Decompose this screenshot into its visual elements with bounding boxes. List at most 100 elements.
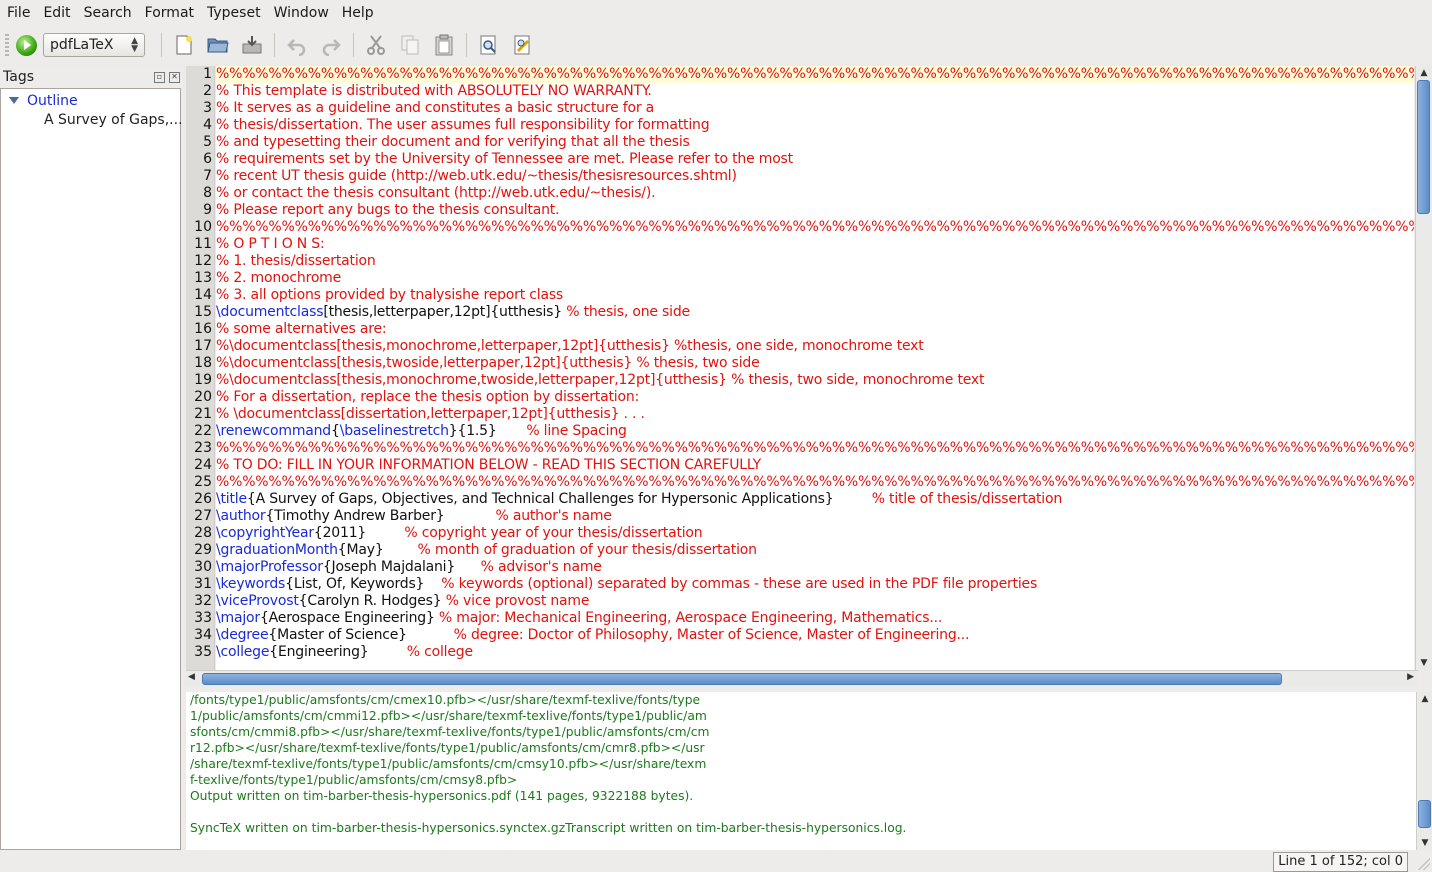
log-line: SyncTeX written on tim-barber-thesis-hyp… xyxy=(190,821,907,835)
code-line[interactable]: % It serves as a guideline and constitut… xyxy=(216,100,1414,117)
comment-token: % copyright year of your thesis/disserta… xyxy=(404,525,703,541)
code-line[interactable]: \majorProfessor{Joseph Majdalani} % advi… xyxy=(216,559,1414,576)
copy-icon[interactable] xyxy=(397,32,423,58)
command-token: \majorProfessor xyxy=(216,559,323,575)
code-line[interactable]: \college{Engineering} % college xyxy=(216,644,1414,661)
text-token: {List, Of, Keywords} xyxy=(285,576,442,592)
new-file-icon[interactable] xyxy=(171,32,197,58)
close-panel-icon[interactable]: ✕ xyxy=(169,71,180,83)
log-output: /fonts/type1/public/amsfonts/cm/cmex10.p… xyxy=(186,692,1416,850)
code-line[interactable]: \major{Aerospace Engineering} % major: M… xyxy=(216,610,1414,627)
code-line[interactable]: %%%%%%%%%%%%%%%%%%%%%%%%%%%%%%%%%%%%%%%%… xyxy=(216,440,1414,457)
expand-triangle-icon[interactable] xyxy=(9,97,19,104)
line-number: 35 xyxy=(194,644,212,660)
scrollbar-thumb[interactable] xyxy=(1418,800,1431,828)
code-line[interactable]: %\documentclass[thesis,monochrome,twosid… xyxy=(216,372,1414,389)
code-line[interactable]: \author{Timothy Andrew Barber} % author'… xyxy=(216,508,1414,525)
code-line[interactable]: \viceProvost{Carolyn R. Hodges} % vice p… xyxy=(216,593,1414,610)
line-number: 1 xyxy=(203,66,212,82)
code-line[interactable]: %%%%%%%%%%%%%%%%%%%%%%%%%%%%%%%%%%%%%%%%… xyxy=(216,474,1414,491)
code-line[interactable]: %%%%%%%%%%%%%%%%%%%%%%%%%%%%%%%%%%%%%%%%… xyxy=(216,66,1414,83)
engine-select-value: pdfLaTeX xyxy=(50,37,114,53)
code-line[interactable]: % For a dissertation, replace the thesis… xyxy=(216,389,1414,406)
line-number: 26 xyxy=(194,491,212,507)
editor-vertical-scrollbar[interactable]: ▲ ▼ xyxy=(1415,66,1432,670)
comment-token: % month of graduation of your thesis/dis… xyxy=(417,542,757,558)
cut-icon[interactable] xyxy=(363,32,389,58)
command-token: \keywords xyxy=(216,576,286,592)
code-line[interactable]: \documentclass[thesis,letterpaper,12pt]{… xyxy=(216,304,1414,321)
code-line[interactable]: % or contact the thesis consultant (http… xyxy=(216,185,1414,202)
code-line[interactable]: % \documentclass[dissertation,letterpape… xyxy=(216,406,1414,423)
scroll-left-icon[interactable]: ◀ xyxy=(188,672,195,682)
resize-grip-icon[interactable] xyxy=(1418,858,1430,870)
engine-select[interactable]: pdfLaTeX ▲ ▼ xyxy=(43,33,145,57)
code-line[interactable]: \renewcommand{\baselinestretch}{1.5} % l… xyxy=(216,423,1414,440)
scrollbar-thumb[interactable] xyxy=(1417,80,1430,214)
code-line[interactable]: \graduationMonth{May} % month of graduat… xyxy=(216,542,1414,559)
source-editor[interactable]: 1 2 3 4 5 6 7 8 9 10 11 12 13 14 15 16 17 18 19 20 21 22 23 24 2… xyxy=(186,66,1432,686)
comment-token: % \documentclass[dissertation,letterpape… xyxy=(216,406,645,422)
redo-icon[interactable] xyxy=(318,32,344,58)
outline-item[interactable]: A Survey of Gaps,... xyxy=(1,110,183,129)
text-token: [thesis,letterpaper,12pt]{utthesis} xyxy=(323,304,567,320)
line-number: 12 xyxy=(194,253,212,269)
code-area[interactable]: %%%%%%%%%%%%%%%%%%%%%%%%%%%%%%%%%%%%%%%%… xyxy=(216,66,1414,670)
scroll-down-icon[interactable]: ▼ xyxy=(1417,836,1432,850)
code-line[interactable]: % recent UT thesis guide (http://web.utk… xyxy=(216,168,1414,185)
code-line[interactable]: % 2. monochrome xyxy=(216,270,1414,287)
menu-window[interactable]: Window xyxy=(267,0,335,26)
code-line[interactable]: % 3. all options provided by tnalysishe … xyxy=(216,287,1414,304)
code-line[interactable]: \keywords{List, Of, Keywords} % keywords… xyxy=(216,576,1414,593)
hscrollbar-thumb[interactable] xyxy=(202,673,1282,685)
code-line[interactable]: %\documentclass[thesis,twoside,letterpap… xyxy=(216,355,1414,372)
menu-edit[interactable]: Edit xyxy=(36,0,76,26)
text-token: {A Survey of Gaps, Objectives, and Techn… xyxy=(246,491,872,507)
code-line[interactable]: \title{A Survey of Gaps, Objectives, and… xyxy=(216,491,1414,508)
code-line[interactable]: % 1. thesis/dissertation xyxy=(216,253,1414,270)
code-line[interactable]: % and typesetting their document and for… xyxy=(216,134,1414,151)
code-line[interactable]: \copyrightYear{2011} % copyright year of… xyxy=(216,525,1414,542)
code-line[interactable]: %%%%%%%%%%%%%%%%%%%%%%%%%%%%%%%%%%%%%%%%… xyxy=(216,219,1414,236)
menu-search[interactable]: Search xyxy=(77,0,138,26)
code-line[interactable]: % some alternatives are: xyxy=(216,321,1414,338)
code-line[interactable]: \degree{Master of Science} % degree: Doc… xyxy=(216,627,1414,644)
tags-panel-title: Tags xyxy=(3,69,34,85)
comment-token: % 1. thesis/dissertation xyxy=(216,253,376,269)
run-icon[interactable] xyxy=(16,34,37,56)
comment-token: % thesis/dissertation. The user assumes … xyxy=(216,117,710,133)
scroll-up-icon[interactable]: ▲ xyxy=(1417,692,1432,706)
comment-token: % line Spacing xyxy=(526,423,627,439)
menu-typeset[interactable]: Typeset xyxy=(200,0,267,26)
code-line[interactable]: % thesis/dissertation. The user assumes … xyxy=(216,117,1414,134)
log-vertical-scrollbar[interactable]: ▲ ▼ xyxy=(1416,692,1432,850)
toolbar-grip[interactable] xyxy=(5,34,9,56)
code-line[interactable]: % This template is distributed with ABSO… xyxy=(216,83,1414,100)
comment-token: %%%%%%%%%%%%%%%%%%%%%%%%%%%%%%%%%%%%%%%%… xyxy=(216,474,1414,490)
replace-icon[interactable] xyxy=(510,32,536,58)
scroll-up-icon[interactable]: ▲ xyxy=(1416,66,1432,80)
outline-node[interactable]: Outline xyxy=(1,91,180,110)
undo-icon[interactable] xyxy=(284,32,310,58)
find-icon[interactable] xyxy=(476,32,502,58)
menu-help[interactable]: Help xyxy=(335,0,380,26)
menu-format[interactable]: Format xyxy=(138,0,200,26)
menu-file[interactable]: File xyxy=(0,0,36,26)
code-line[interactable]: % requirements set by the University of … xyxy=(216,151,1414,168)
scroll-right-icon[interactable]: ▶ xyxy=(1407,672,1414,682)
log-line: sfonts/cm/cmmi8.pfb></usr/share/texmf-te… xyxy=(190,725,710,739)
float-panel-icon[interactable]: ▫ xyxy=(154,71,165,83)
comment-token: %\documentclass[thesis,twoside,letterpap… xyxy=(216,355,760,371)
code-line[interactable]: % TO DO: FILL IN YOUR INFORMATION BELOW … xyxy=(216,457,1414,474)
text-token: }{1.5} xyxy=(448,423,527,439)
code-line[interactable]: % O P T I O N S: xyxy=(216,236,1414,253)
scroll-down-icon[interactable]: ▼ xyxy=(1416,656,1432,670)
tags-panel: Tags ▫ ✕ Outline A Survey of Gaps,... xyxy=(0,66,183,850)
save-icon[interactable] xyxy=(239,32,265,58)
open-file-icon[interactable] xyxy=(205,32,231,58)
editor-horizontal-scrollbar[interactable]: ◀ ▶ xyxy=(186,670,1418,688)
paste-icon[interactable] xyxy=(431,32,457,58)
code-line[interactable]: %\documentclass[thesis,monochrome,letter… xyxy=(216,338,1414,355)
code-line[interactable]: % Please report any bugs to the thesis c… xyxy=(216,202,1414,219)
command-token: \viceProvost xyxy=(216,593,299,609)
